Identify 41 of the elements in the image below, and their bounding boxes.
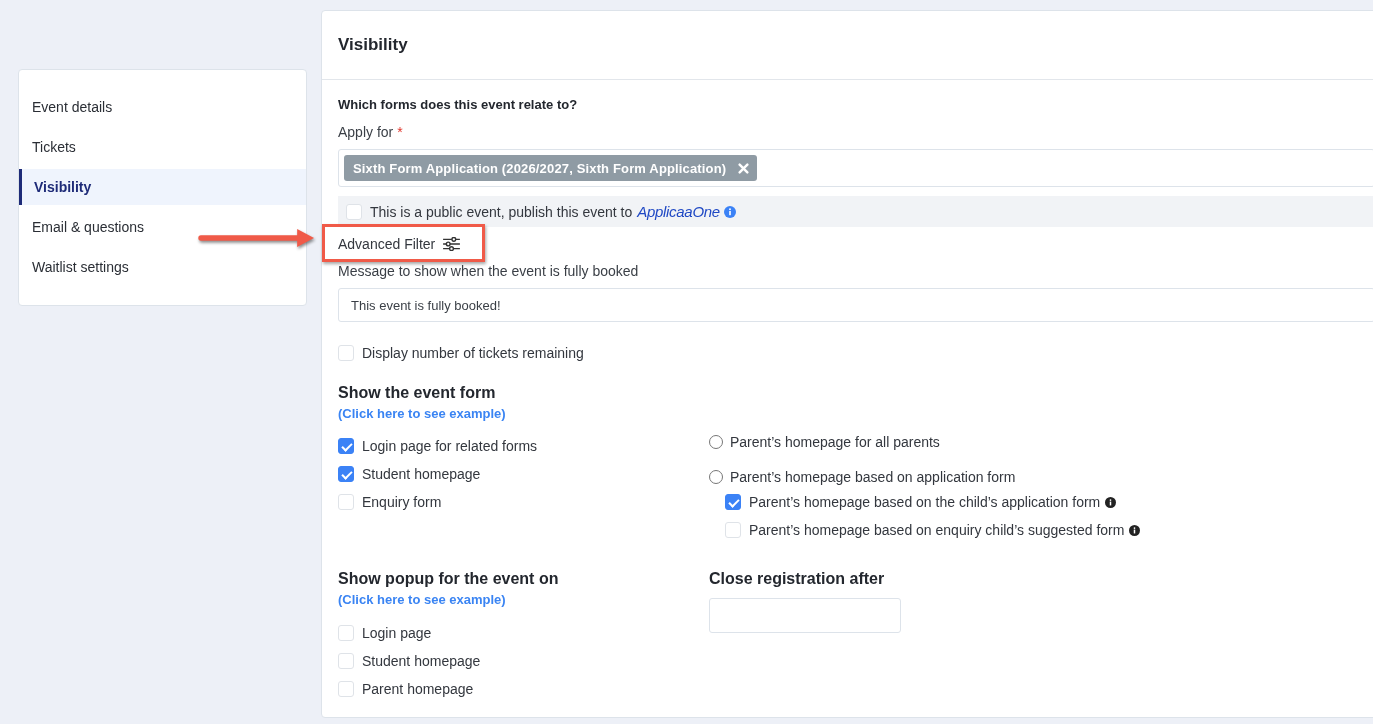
required-mark: * bbox=[397, 123, 403, 141]
option-label: Login page for related forms bbox=[362, 438, 538, 454]
example-link[interactable]: (Click here to see example) bbox=[338, 592, 506, 607]
option-label: Student homepage bbox=[362, 466, 481, 482]
info-icon[interactable] bbox=[1105, 496, 1117, 508]
section-heading: Show the event form bbox=[338, 383, 497, 403]
sidebar-item[interactable]: Tickets bbox=[19, 129, 306, 165]
option-label: Parent’s homepage based on application form bbox=[730, 469, 1016, 485]
tag-label: Sixth Form Application (2026/2027, Sixth Form Application) bbox=[353, 160, 727, 176]
sliders-icon bbox=[443, 237, 461, 251]
option-label: Student homepage bbox=[362, 653, 481, 669]
option-label: Enquiry form bbox=[362, 494, 442, 510]
close-registration-input[interactable] bbox=[709, 598, 901, 633]
field-label: Message to show when the event is fully booked bbox=[338, 262, 640, 280]
option-label: This is a public event, publish this event to bbox=[370, 203, 633, 220]
panel-title: Visibility bbox=[338, 35, 408, 55]
checkbox[interactable] bbox=[725, 494, 741, 510]
field-label: Apply for bbox=[338, 123, 394, 141]
radio-button[interactable] bbox=[709, 435, 723, 449]
radio-button[interactable] bbox=[709, 470, 723, 484]
section-question: Which forms does this event relate to? bbox=[338, 96, 579, 114]
advanced-filter-button[interactable]: Advanced Filter bbox=[338, 236, 461, 252]
sidebar-item[interactable]: Event details bbox=[19, 89, 306, 125]
remove-icon[interactable] bbox=[738, 162, 750, 174]
message-input[interactable]: This event is fully booked! bbox=[338, 288, 1373, 322]
checkbox[interactable] bbox=[338, 466, 354, 482]
option-label: Parent’s homepage based on the child’s application form bbox=[749, 494, 1101, 510]
option-label: Parent homepage bbox=[362, 681, 474, 697]
section-heading: Close registration after bbox=[709, 569, 886, 589]
option-label: Login page bbox=[362, 625, 432, 641]
option-label: Display number of tickets remaining bbox=[362, 345, 584, 361]
section-heading: Show popup for the event on bbox=[338, 569, 560, 589]
option-label: Parent’s homepage based on enquiry child’s suggested form bbox=[749, 522, 1125, 538]
sidebar-item[interactable]: Visibility bbox=[19, 169, 306, 205]
option-label: Parent’s homepage for all parents bbox=[730, 434, 940, 450]
sidebar-item[interactable]: Waitlist settings bbox=[19, 249, 306, 285]
sidebar-item[interactable]: Email & questions bbox=[19, 209, 306, 245]
brand-logo: ApplicaaOne bbox=[637, 203, 720, 220]
info-icon[interactable] bbox=[1129, 524, 1141, 536]
checkbox[interactable] bbox=[338, 438, 354, 454]
example-link[interactable]: (Click here to see example) bbox=[338, 406, 506, 421]
